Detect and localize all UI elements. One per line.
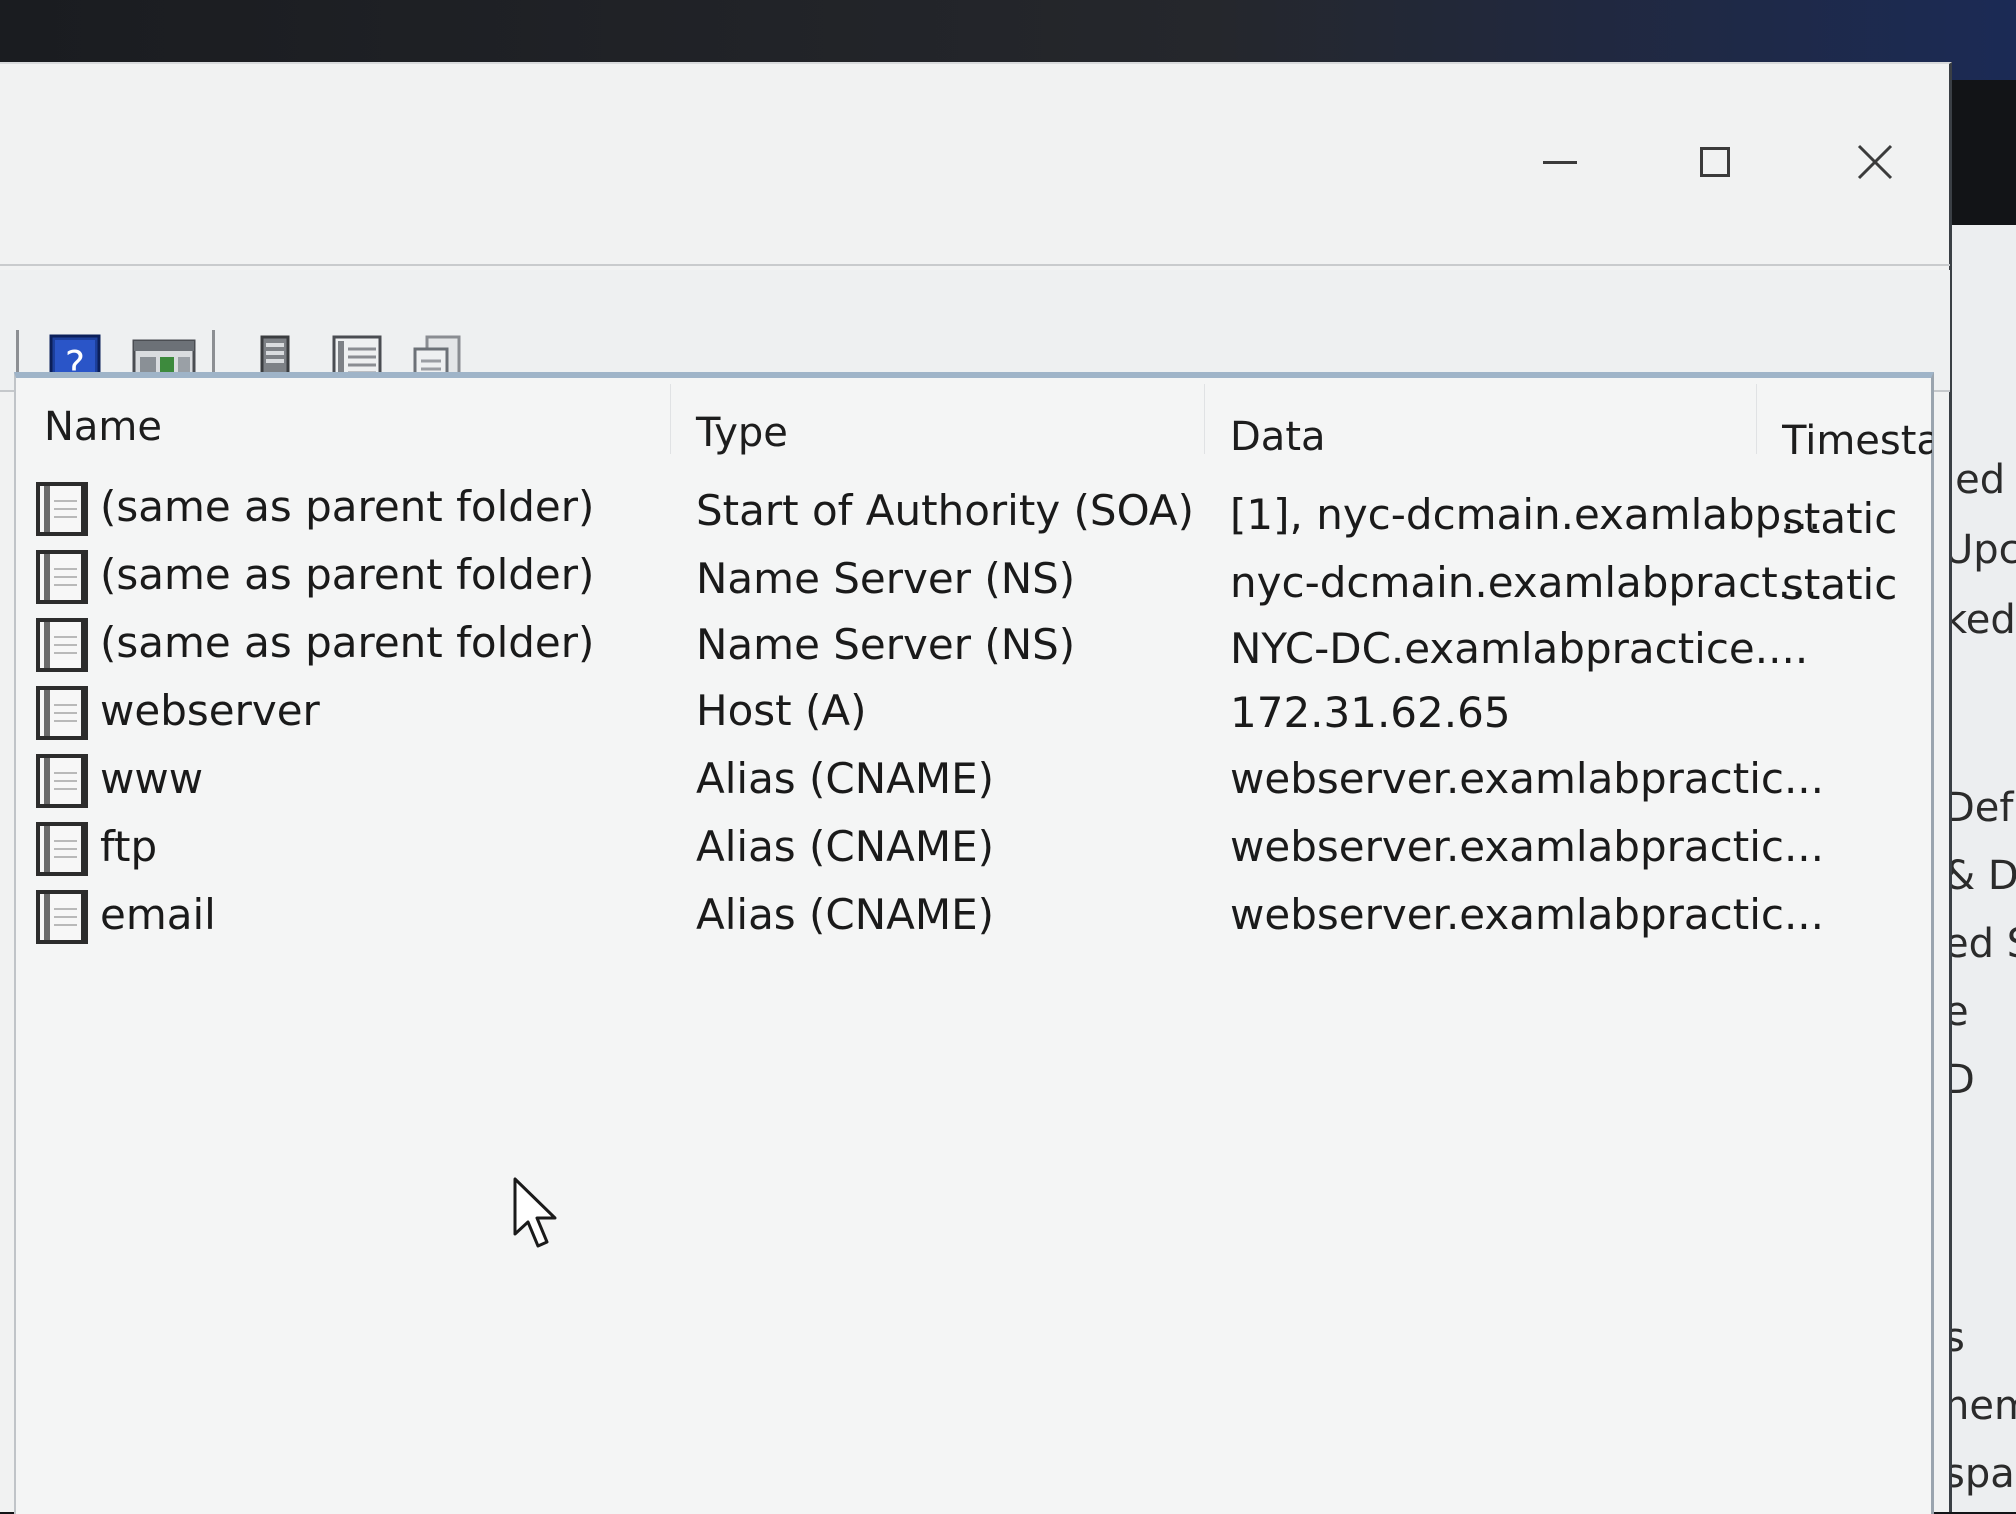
background-text: spac [1950, 1451, 2016, 1497]
record-data: webserver.examlabpractic... [1230, 754, 1825, 803]
table-row[interactable]: ftp Alias (CNAME) webserver.examlabpract… [16, 814, 1926, 880]
table-row[interactable]: (same as parent folder) Name Server (NS)… [16, 542, 1926, 609]
mouse-pointer-icon [513, 1177, 557, 1248]
record-type: Alias (CNAME) [696, 822, 995, 871]
column-header-type[interactable]: Type [696, 410, 788, 456]
records-list-view: Name Type Data Timestar (same as parent … [14, 372, 1934, 1514]
minimize-button[interactable] [1500, 112, 1620, 212]
dns-record-icon [36, 754, 88, 808]
dns-record-icon [36, 618, 88, 672]
record-data: webserver.examlabpractic... [1230, 890, 1825, 939]
close-button[interactable] [1815, 112, 1935, 212]
background-text: ked [1950, 597, 2016, 643]
background-text: nem [1950, 1383, 2016, 1429]
record-type: Name Server (NS) [696, 554, 1076, 603]
background-text: Def [1950, 785, 2014, 831]
column-divider[interactable] [1204, 384, 1205, 454]
column-divider[interactable] [1756, 384, 1757, 454]
record-data: nyc-dcmain.examlabpract... [1230, 558, 1818, 607]
dns-record-icon [36, 822, 88, 876]
maximize-button[interactable] [1655, 112, 1775, 212]
background-text: Upc [1950, 527, 2016, 573]
table-row[interactable]: webserver Host (A) 172.31.62.65 [16, 678, 1926, 744]
table-row[interactable]: email Alias (CNAME) webserver.examlabpra… [16, 882, 1926, 948]
record-type: Start of Authority (SOA) [696, 486, 1195, 535]
table-row[interactable]: (same as parent folder) Name Server (NS)… [16, 610, 1926, 676]
record-data: 172.31.62.65 [1230, 688, 1511, 737]
dns-record-icon [36, 686, 88, 740]
record-name: (same as parent folder) [100, 550, 595, 599]
column-header-timestamp[interactable]: Timestar [1782, 418, 1932, 464]
dns-record-icon [36, 890, 88, 944]
record-name: webserver [100, 686, 320, 735]
background-text: e [1950, 989, 1969, 1035]
close-icon [1857, 144, 1893, 180]
title-bar [0, 64, 1949, 264]
dns-record-icon [36, 482, 88, 536]
record-name: www [100, 754, 204, 803]
table-row[interactable]: www Alias (CNAME) webserver.examlabpract… [16, 746, 1926, 812]
dns-manager-window: ? Name Type Data Timesta (same as parent… [0, 62, 1952, 1514]
background-text: ed S [1950, 921, 2016, 967]
record-timestamp: static [1782, 560, 1898, 609]
list-header: Name Type Data Timestar [16, 378, 1932, 464]
dns-record-icon [36, 550, 88, 604]
background-text: & D [1950, 853, 2016, 899]
record-name: (same as parent folder) [100, 618, 595, 667]
column-header-data[interactable]: Data [1230, 414, 1326, 460]
background-text: led [1950, 457, 2006, 503]
maximize-icon [1700, 147, 1730, 177]
record-type: Host (A) [696, 686, 867, 735]
record-data: webserver.examlabpractic... [1230, 822, 1825, 871]
record-type: Alias (CNAME) [696, 890, 995, 939]
table-row[interactable]: (same as parent folder) Start of Authori… [16, 474, 1926, 543]
background-text: s [1950, 1315, 1965, 1361]
background-window: led Upc ked Def & D ed S e D s nem spac [1950, 225, 2016, 1512]
background-text: D [1950, 1057, 1975, 1103]
record-type: Name Server (NS) [696, 620, 1076, 669]
record-name: email [100, 890, 216, 939]
record-data: [1], nyc-dcmain.examlabp... [1230, 490, 1822, 539]
record-type: Alias (CNAME) [696, 754, 995, 803]
menu-bar-divider [0, 264, 1950, 266]
record-name: (same as parent folder) [100, 482, 595, 531]
minimize-icon [1543, 160, 1577, 164]
column-header-name[interactable]: Name [44, 404, 162, 450]
column-divider[interactable] [670, 384, 671, 454]
record-name: ftp [100, 822, 158, 871]
record-data: NYC-DC.examlabpractice.... [1230, 624, 1809, 673]
